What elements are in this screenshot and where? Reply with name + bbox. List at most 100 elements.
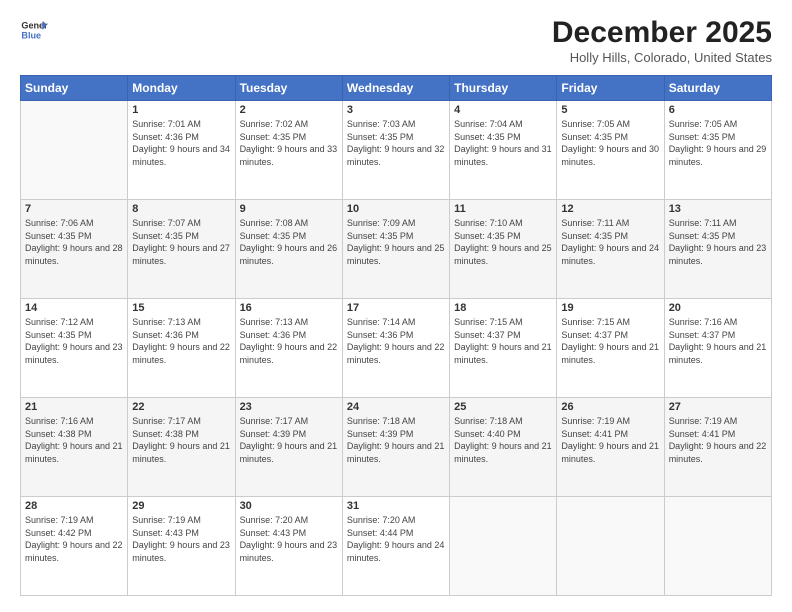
- day-info: Sunrise: 7:05 AMSunset: 4:35 PMDaylight:…: [561, 118, 659, 168]
- calendar-cell: 4Sunrise: 7:04 AMSunset: 4:35 PMDaylight…: [450, 101, 557, 200]
- calendar-week-row: 14Sunrise: 7:12 AMSunset: 4:35 PMDayligh…: [21, 299, 772, 398]
- day-number: 7: [25, 203, 123, 215]
- day-number: 24: [347, 401, 445, 413]
- day-number: 30: [240, 500, 338, 512]
- col-header-wednesday: Wednesday: [342, 76, 449, 101]
- calendar-cell: 26 Sunrise: 7:19 AMSunset: 4:41 PMDayligh…: [557, 398, 664, 497]
- page: General Blue December 2025 Holly Hills, …: [0, 0, 792, 612]
- day-info: Sunrise: 7:01 AMSunset: 4:36 PMDaylight:…: [132, 118, 230, 168]
- day-number: 6: [669, 104, 767, 116]
- calendar-cell: 24 Sunrise: 7:18 AMSunset: 4:39 PMDayligh…: [342, 398, 449, 497]
- day-info: Sunrise: 7:19 AMSunset: 4:43 PMDaylight:…: [132, 514, 230, 564]
- col-header-tuesday: Tuesday: [235, 76, 342, 101]
- logo-icon: General Blue: [20, 16, 48, 44]
- month-title: December 2025: [552, 16, 772, 50]
- calendar-cell: 1 Sunrise: 7:01 AMSunset: 4:36 PMDaylight…: [128, 101, 235, 200]
- day-info: Sunrise: 7:18 AMSunset: 4:39 PMDaylight:…: [347, 415, 445, 465]
- day-number: 10: [347, 203, 445, 215]
- day-info: Sunrise: 7:13 AMSunset: 4:36 PMDaylight:…: [132, 316, 230, 366]
- calendar-cell: 7 Sunrise: 7:06 AMSunset: 4:35 PMDaylight…: [21, 200, 128, 299]
- calendar-cell: 30Sunrise: 7:20 AMSunset: 4:43 PMDayligh…: [235, 497, 342, 596]
- day-info: Sunrise: 7:09 AMSunset: 4:35 PMDaylight:…: [347, 217, 445, 267]
- calendar-cell: 8Sunrise: 7:07 AMSunset: 4:35 PMDaylight…: [128, 200, 235, 299]
- day-info: Sunrise: 7:11 AMSunset: 4:35 PMDaylight:…: [561, 217, 659, 267]
- day-info: Sunrise: 7:18 AMSunset: 4:40 PMDaylight:…: [454, 415, 552, 465]
- day-info: Sunrise: 7:02 AMSunset: 4:35 PMDaylight:…: [240, 118, 338, 168]
- calendar-cell: 31 Sunrise: 7:20 AMSunset: 4:44 PMDayligh…: [342, 497, 449, 596]
- title-area: December 2025 Holly Hills, Colorado, Uni…: [552, 16, 772, 65]
- calendar-week-row: 21Sunrise: 7:16 AMSunset: 4:38 PMDayligh…: [21, 398, 772, 497]
- calendar-cell: 19 Sunrise: 7:15 AMSunset: 4:37 PMDayligh…: [557, 299, 664, 398]
- day-info: Sunrise: 7:15 AMSunset: 4:37 PMDaylight:…: [454, 316, 552, 366]
- location-subtitle: Holly Hills, Colorado, United States: [552, 50, 772, 65]
- day-info: Sunrise: 7:13 AMSunset: 4:36 PMDaylight:…: [240, 316, 338, 366]
- calendar-cell: [450, 497, 557, 596]
- day-info: Sunrise: 7:07 AMSunset: 4:35 PMDaylight:…: [132, 217, 230, 267]
- calendar-table: SundayMondayTuesdayWednesdayThursdayFrid…: [20, 75, 772, 596]
- day-info: Sunrise: 7:17 AMSunset: 4:39 PMDaylight:…: [240, 415, 338, 465]
- col-header-thursday: Thursday: [450, 76, 557, 101]
- calendar-cell: 6 Sunrise: 7:05 AMSunset: 4:35 PMDaylight…: [664, 101, 771, 200]
- calendar-cell: 28Sunrise: 7:19 AMSunset: 4:42 PMDayligh…: [21, 497, 128, 596]
- col-header-saturday: Saturday: [664, 76, 771, 101]
- day-info: Sunrise: 7:08 AMSunset: 4:35 PMDaylight:…: [240, 217, 338, 267]
- calendar-cell: 13Sunrise: 7:11 AMSunset: 4:35 PMDayligh…: [664, 200, 771, 299]
- day-number: 3: [347, 104, 445, 116]
- calendar-cell: 2 Sunrise: 7:02 AMSunset: 4:35 PMDaylight…: [235, 101, 342, 200]
- calendar-cell: [21, 101, 128, 200]
- day-number: 1: [132, 104, 230, 116]
- day-number: 2: [240, 104, 338, 116]
- day-info: Sunrise: 7:14 AMSunset: 4:36 PMDaylight:…: [347, 316, 445, 366]
- calendar-cell: 9 Sunrise: 7:08 AMSunset: 4:35 PMDaylight…: [235, 200, 342, 299]
- day-info: Sunrise: 7:19 AMSunset: 4:42 PMDaylight:…: [25, 514, 123, 564]
- calendar-cell: 25 Sunrise: 7:18 AMSunset: 4:40 PMDayligh…: [450, 398, 557, 497]
- calendar-cell: [664, 497, 771, 596]
- day-number: 17: [347, 302, 445, 314]
- calendar-cell: 20Sunrise: 7:16 AMSunset: 4:37 PMDayligh…: [664, 299, 771, 398]
- day-number: 22: [132, 401, 230, 413]
- calendar-cell: 21Sunrise: 7:16 AMSunset: 4:38 PMDayligh…: [21, 398, 128, 497]
- day-number: 5: [561, 104, 659, 116]
- calendar-cell: 23 Sunrise: 7:17 AMSunset: 4:39 PMDayligh…: [235, 398, 342, 497]
- day-number: 19: [561, 302, 659, 314]
- calendar-header-row: SundayMondayTuesdayWednesdayThursdayFrid…: [21, 76, 772, 101]
- col-header-sunday: Sunday: [21, 76, 128, 101]
- day-number: 18: [454, 302, 552, 314]
- calendar-cell: 15Sunrise: 7:13 AMSunset: 4:36 PMDayligh…: [128, 299, 235, 398]
- col-header-monday: Monday: [128, 76, 235, 101]
- day-info: Sunrise: 7:10 AMSunset: 4:35 PMDaylight:…: [454, 217, 552, 267]
- day-info: Sunrise: 7:05 AMSunset: 4:35 PMDaylight:…: [669, 118, 767, 168]
- day-info: Sunrise: 7:19 AMSunset: 4:41 PMDaylight:…: [561, 415, 659, 465]
- day-info: Sunrise: 7:20 AMSunset: 4:44 PMDaylight:…: [347, 514, 445, 564]
- day-number: 23: [240, 401, 338, 413]
- day-number: 31: [347, 500, 445, 512]
- calendar-cell: 22 Sunrise: 7:17 AMSunset: 4:38 PMDayligh…: [128, 398, 235, 497]
- calendar-week-row: 1 Sunrise: 7:01 AMSunset: 4:36 PMDaylight…: [21, 101, 772, 200]
- day-info: Sunrise: 7:19 AMSunset: 4:41 PMDaylight:…: [669, 415, 767, 465]
- calendar-cell: 5 Sunrise: 7:05 AMSunset: 4:35 PMDaylight…: [557, 101, 664, 200]
- day-info: Sunrise: 7:16 AMSunset: 4:38 PMDaylight:…: [25, 415, 123, 465]
- day-number: 20: [669, 302, 767, 314]
- calendar-cell: 14Sunrise: 7:12 AMSunset: 4:35 PMDayligh…: [21, 299, 128, 398]
- day-number: 25: [454, 401, 552, 413]
- day-number: 26: [561, 401, 659, 413]
- calendar-cell: 27 Sunrise: 7:19 AMSunset: 4:41 PMDayligh…: [664, 398, 771, 497]
- day-number: 14: [25, 302, 123, 314]
- day-info: Sunrise: 7:06 AMSunset: 4:35 PMDaylight:…: [25, 217, 123, 267]
- calendar-cell: [557, 497, 664, 596]
- calendar-cell: 11 Sunrise: 7:10 AMSunset: 4:35 PMDayligh…: [450, 200, 557, 299]
- calendar-cell: 29 Sunrise: 7:19 AMSunset: 4:43 PMDayligh…: [128, 497, 235, 596]
- svg-text:Blue: Blue: [21, 30, 41, 40]
- calendar-week-row: 28Sunrise: 7:19 AMSunset: 4:42 PMDayligh…: [21, 497, 772, 596]
- day-number: 29: [132, 500, 230, 512]
- day-number: 9: [240, 203, 338, 215]
- day-info: Sunrise: 7:15 AMSunset: 4:37 PMDaylight:…: [561, 316, 659, 366]
- day-number: 13: [669, 203, 767, 215]
- calendar-cell: 18 Sunrise: 7:15 AMSunset: 4:37 PMDayligh…: [450, 299, 557, 398]
- day-number: 27: [669, 401, 767, 413]
- day-number: 11: [454, 203, 552, 215]
- day-info: Sunrise: 7:04 AMSunset: 4:35 PMDaylight:…: [454, 118, 552, 168]
- day-info: Sunrise: 7:17 AMSunset: 4:38 PMDaylight:…: [132, 415, 230, 465]
- day-number: 16: [240, 302, 338, 314]
- col-header-friday: Friday: [557, 76, 664, 101]
